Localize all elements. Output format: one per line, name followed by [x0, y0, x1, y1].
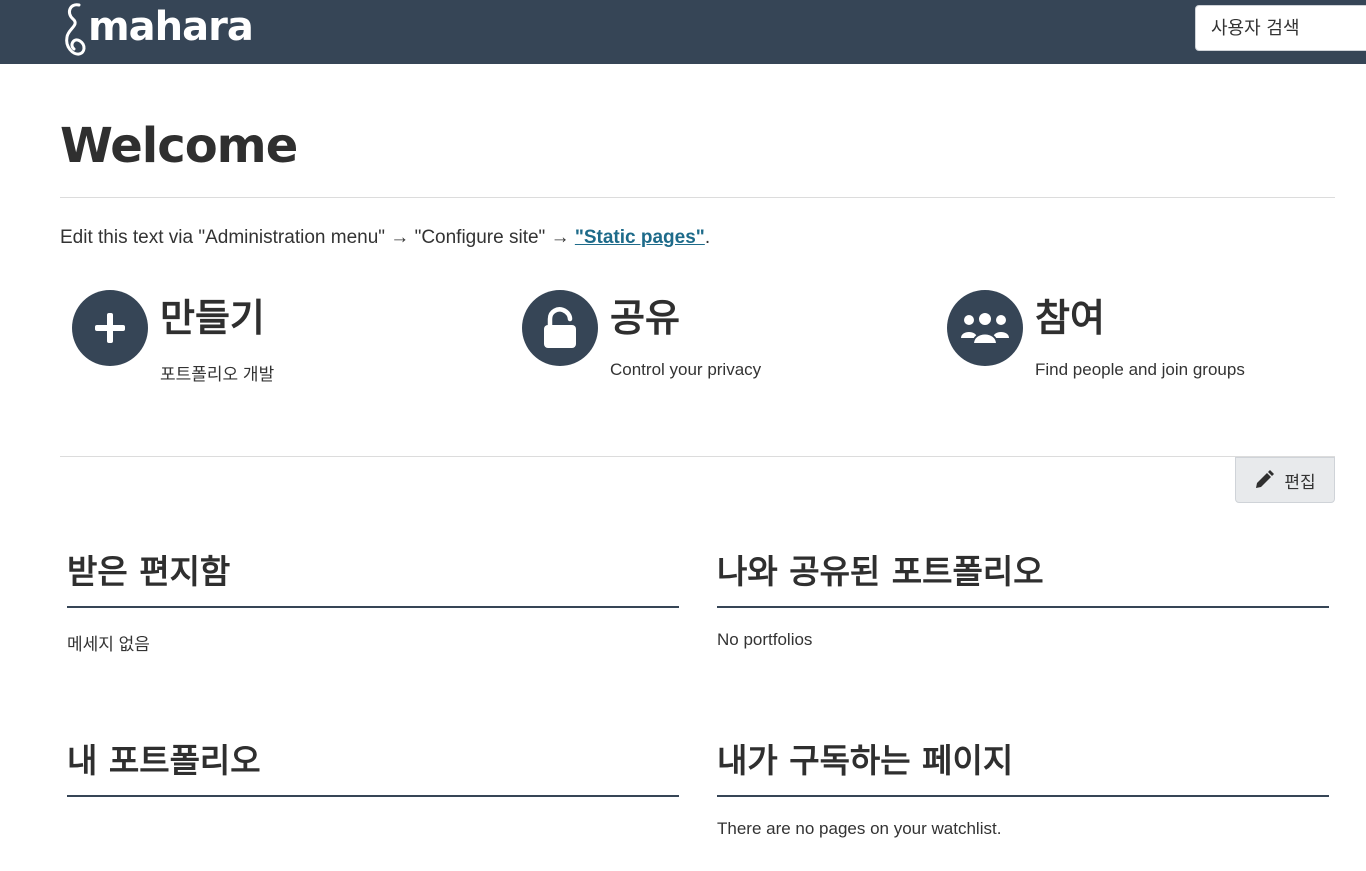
plus-icon: [72, 290, 148, 366]
feature-create[interactable]: 만들기 포트폴리오 개발: [72, 290, 274, 385]
feature-share-title: 공유: [610, 296, 680, 340]
my-portfolios-title: 내 포트폴리오: [67, 744, 679, 797]
logo-text: mahara: [88, 4, 254, 50]
watchlist-block: 내가 구독하는 페이지 There are no pages on your w…: [717, 744, 1329, 839]
user-search-box[interactable]: [1195, 5, 1366, 51]
inbox-title: 받은 편지함: [67, 555, 679, 608]
my-portfolios-block: 내 포트폴리오: [67, 744, 679, 819]
dashboard-divider: [60, 456, 1335, 457]
feature-share[interactable]: 공유 Control your privacy: [522, 290, 761, 380]
feature-engage-description: Find people and join groups: [1035, 360, 1245, 379]
title-divider: [60, 197, 1335, 198]
inbox-empty-text: 메세지 없음: [67, 635, 150, 654]
shared-portfolios-block: 나와 공유된 포트폴리오 No portfolios: [717, 555, 1329, 650]
static-pages-link[interactable]: "Static pages": [575, 227, 705, 248]
unlock-icon: [522, 290, 598, 366]
user-search-input[interactable]: [1196, 6, 1366, 50]
shared-portfolios-title: 나와 공유된 포트폴리오: [717, 555, 1329, 608]
feature-share-description: Control your privacy: [610, 360, 762, 379]
inbox-block: 받은 편지함 메세지 없음: [67, 555, 679, 655]
intro-suffix: .: [704, 227, 711, 248]
users-icon: [947, 290, 1023, 366]
mahara-logo-icon: [65, 3, 86, 56]
edit-button-label: 편집: [1284, 472, 1316, 493]
site-header: mahara: [0, 0, 1366, 64]
watchlist-empty-text: There are no pages on your watchlist.: [717, 819, 1002, 838]
feature-engage-title: 참여: [1035, 296, 1105, 340]
intro-prefix: Edit this text via "Administration menu"…: [60, 227, 575, 248]
shared-portfolios-empty-text: No portfolios: [717, 630, 813, 649]
feature-engage[interactable]: 참여 Find people and join groups: [947, 290, 1245, 380]
watchlist-title: 내가 구독하는 페이지: [717, 744, 1329, 797]
feature-create-title: 만들기: [160, 296, 265, 340]
edit-dashboard-button[interactable]: 편집: [1235, 457, 1335, 503]
pencil-icon: [1256, 470, 1275, 488]
feature-create-description: 포트폴리오 개발: [160, 365, 275, 384]
page-title: Welcome: [60, 118, 298, 174]
intro-text: Edit this text via "Administration menu"…: [60, 227, 710, 249]
mahara-logo[interactable]: mahara: [60, 0, 254, 60]
